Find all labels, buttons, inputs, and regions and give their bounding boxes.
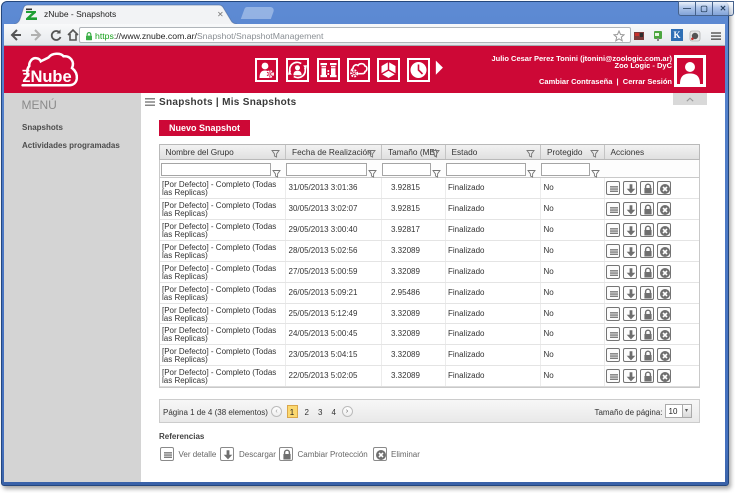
svg-text:zNube: zNube <box>22 68 71 86</box>
